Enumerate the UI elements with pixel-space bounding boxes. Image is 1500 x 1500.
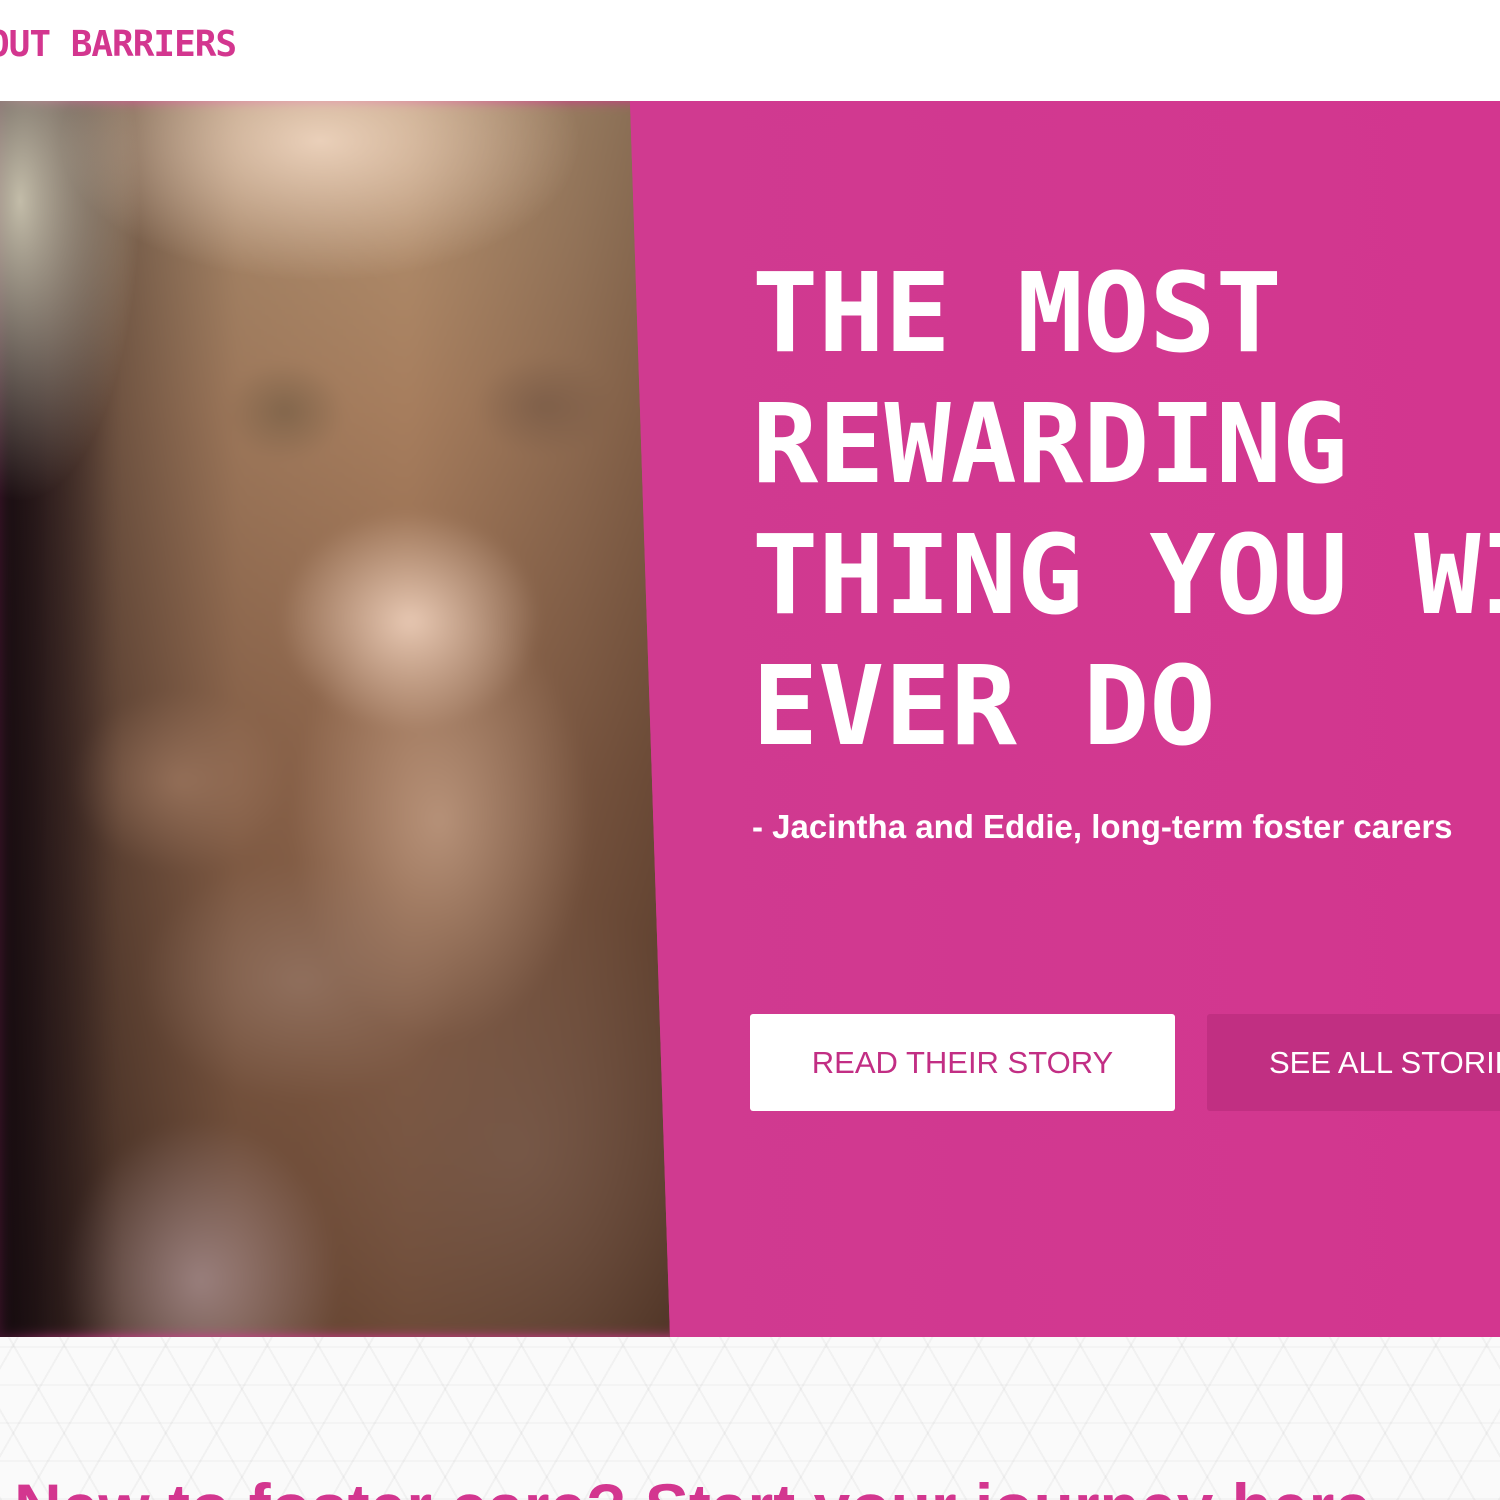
see-all-stories-button[interactable]: SEE ALL STORIES: [1207, 1014, 1500, 1111]
hero-headline: THE MOST REWARDING THING YOU WILL EVER D…: [752, 249, 1500, 770]
read-their-story-button[interactable]: READ THEIR STORY: [750, 1014, 1175, 1111]
site-header: OUT BARRIERS: [0, 0, 1500, 101]
intro-section: New to foster care? Start your journey h…: [0, 1337, 1500, 1500]
intro-heading: New to foster care? Start your journey h…: [14, 1467, 1371, 1500]
hero-photo-overlay: [0, 101, 670, 1337]
site-logo-text[interactable]: OUT BARRIERS: [0, 24, 237, 65]
hero-quote-attribution: - Jacintha and Eddie, long-term foster c…: [752, 808, 1453, 845]
